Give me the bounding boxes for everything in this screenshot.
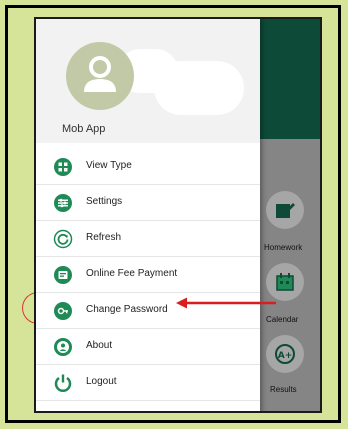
avatar[interactable]	[66, 42, 134, 110]
results-icon: A+	[275, 344, 295, 364]
svg-text:A+: A+	[278, 351, 293, 361]
menu-item-label: Settings	[86, 196, 123, 207]
grid-icon	[54, 158, 72, 176]
annotation-arrow	[176, 297, 276, 309]
homework-tile	[266, 191, 304, 229]
results-tile: A+	[266, 335, 304, 373]
username: Mob App	[62, 123, 106, 135]
about-icon	[54, 338, 72, 356]
menu-item-refresh[interactable]: Refresh	[36, 221, 260, 257]
homework-icon	[276, 203, 295, 218]
payment-icon	[54, 266, 72, 284]
sliders-icon	[54, 194, 72, 212]
menu-item-about[interactable]: About	[36, 329, 260, 365]
homework-label: Homework	[264, 243, 303, 252]
navigation-drawer: Mob App View Type Settings Refresh Onlin…	[36, 19, 260, 411]
menu-item-label: Refresh	[86, 232, 122, 243]
power-icon	[54, 374, 72, 392]
cloud-decoration-large	[154, 61, 244, 115]
calendar-icon	[276, 273, 294, 291]
screenshot-frame: Homework Calendar A+ Results Mob App Vie…	[0, 0, 348, 429]
menu-item-online-fee-payment[interactable]: Online Fee Payment	[36, 257, 260, 293]
menu-item-label: About	[86, 340, 113, 351]
menu-item-label: Change Password	[86, 304, 168, 315]
results-label: Results	[270, 385, 297, 394]
menu-item-label: Online Fee Payment	[86, 268, 178, 279]
menu-item-view-type[interactable]: View Type	[36, 149, 260, 185]
profile-header: Mob App	[36, 19, 260, 143]
key-icon	[54, 302, 72, 320]
menu-item-settings[interactable]: Settings	[36, 185, 260, 221]
menu-item-label: Logout	[86, 376, 117, 387]
refresh-icon	[53, 229, 73, 249]
user-icon	[84, 56, 116, 92]
menu-item-logout[interactable]: Logout	[36, 365, 260, 401]
phone-screen: Homework Calendar A+ Results Mob App Vie…	[34, 17, 322, 413]
drawer-menu: View Type Settings Refresh Online Fee Pa…	[36, 149, 260, 401]
calendar-label: Calendar	[266, 315, 299, 324]
menu-item-label: View Type	[86, 160, 132, 171]
